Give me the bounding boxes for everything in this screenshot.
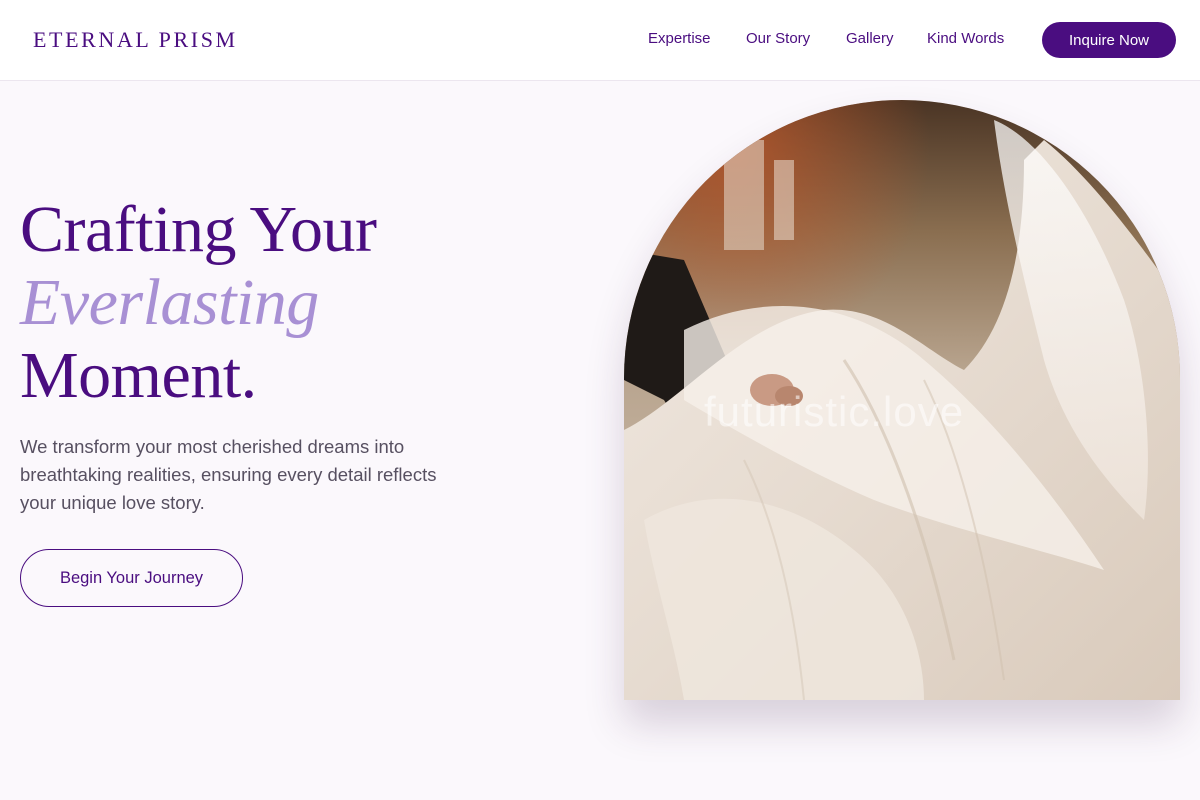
begin-journey-button[interactable]: Begin Your Journey <box>20 549 243 607</box>
inquire-now-button[interactable]: Inquire Now <box>1042 22 1176 58</box>
nav-link-gallery[interactable]: Gallery <box>846 30 894 47</box>
nav-link-kind-words[interactable]: Kind Words <box>927 30 1004 47</box>
hero-title-line-3: Moment. <box>20 339 257 412</box>
hero-image: futuristic.love <box>624 100 1180 700</box>
nav-link-expertise[interactable]: Expertise <box>648 30 711 47</box>
hero-title-line-1: Crafting Your <box>20 193 377 266</box>
site-header: ETERNAL PRISM Expertise Our Story Galler… <box>0 0 1200 81</box>
nav-link-our-story[interactable]: Our Story <box>746 30 810 47</box>
hero-description: We transform your most cherished dreams … <box>20 436 437 513</box>
image-watermark: futuristic.love <box>704 388 965 435</box>
brand-logo[interactable]: ETERNAL PRISM <box>33 27 238 53</box>
hero-title-accent: Everlasting <box>20 266 319 339</box>
hero-title: Crafting Your Everlasting Moment. <box>20 193 377 412</box>
